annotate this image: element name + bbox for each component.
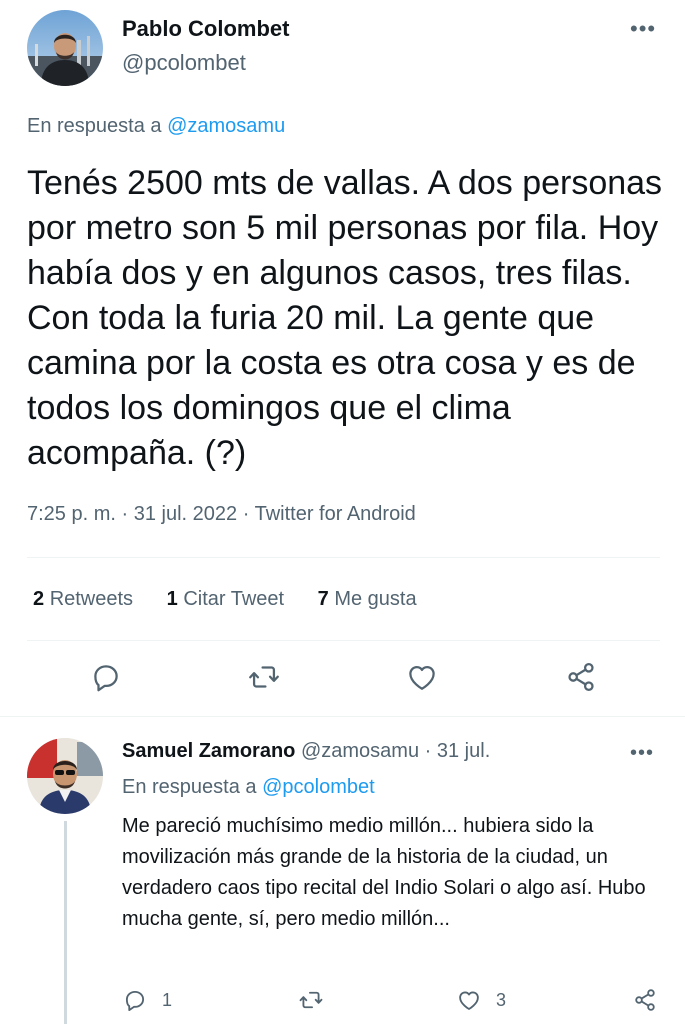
share-button[interactable] bbox=[564, 660, 598, 694]
reply-text: Me pareció muchísimo medio millón... hub… bbox=[122, 815, 646, 930]
reply-icon bbox=[125, 990, 145, 1011]
retweet-button[interactable] bbox=[247, 660, 281, 694]
reply-tweet[interactable]: Samuel Zamorano @zamosamu · 31 jul. ••• … bbox=[0, 717, 685, 1024]
divider bbox=[27, 557, 660, 558]
like-icon bbox=[459, 991, 479, 1010]
reply-prefix: En respuesta a bbox=[27, 115, 162, 137]
reply-author-handle[interactable]: @zamosamu bbox=[301, 740, 419, 762]
divider bbox=[27, 640, 660, 641]
like-count: 3 bbox=[496, 989, 507, 1010]
more-horizontal-icon[interactable]: ••• bbox=[630, 743, 654, 763]
quotes-label: Citar Tweet bbox=[183, 588, 285, 610]
reply-context: En respuesta a @zamosamu bbox=[27, 115, 285, 138]
share-icon bbox=[568, 662, 594, 692]
tweet-stats: 2 Retweets 1 Citar Tweet 7 Me gusta bbox=[33, 588, 445, 611]
main-author-name[interactable]: Pablo Colombet bbox=[122, 16, 289, 42]
retweet-icon bbox=[299, 991, 323, 1009]
reply-count: 1 bbox=[162, 989, 173, 1010]
tweet-time[interactable]: 7:25 p. m. bbox=[27, 503, 116, 525]
retweet-icon bbox=[249, 666, 279, 688]
header-separator: · bbox=[424, 740, 432, 762]
like-button[interactable]: 3 bbox=[456, 987, 506, 1013]
main-author-avatar[interactable] bbox=[27, 10, 103, 86]
retweets-label: Retweets bbox=[49, 588, 134, 610]
share-icon bbox=[635, 989, 655, 1011]
reply-button[interactable] bbox=[89, 660, 123, 694]
share-button[interactable] bbox=[632, 987, 658, 1013]
like-button[interactable] bbox=[405, 660, 439, 694]
reply-button[interactable]: 1 bbox=[122, 987, 172, 1013]
retweets-stat[interactable]: 2 Retweets bbox=[33, 588, 133, 610]
meta-separator: · bbox=[242, 503, 250, 525]
tweet-actions bbox=[0, 660, 685, 700]
tweet-text: Tenés 2500 mts de vallas. A dos personas… bbox=[27, 164, 663, 472]
reply-context: En respuesta a @pcolombet bbox=[122, 776, 375, 799]
reply-to-link[interactable]: @zamosamu bbox=[167, 115, 285, 137]
reply-icon bbox=[94, 665, 118, 692]
reply-header: Samuel Zamorano @zamosamu · 31 jul. bbox=[122, 740, 490, 763]
reply-actions: 1 3 bbox=[0, 987, 685, 1017]
reply-author-name[interactable]: Samuel Zamorano bbox=[122, 740, 295, 762]
quotes-count: 1 bbox=[166, 588, 178, 610]
retweets-count: 2 bbox=[33, 588, 45, 610]
tweet-source[interactable]: Twitter for Android bbox=[255, 503, 416, 525]
reply-prefix: En respuesta a bbox=[122, 776, 257, 798]
likes-stat[interactable]: 7 Me gusta bbox=[318, 588, 417, 610]
likes-count: 7 bbox=[317, 588, 329, 610]
reply-date[interactable]: 31 jul. bbox=[437, 740, 490, 762]
main-author-handle[interactable]: @pcolombet bbox=[122, 50, 246, 76]
tweet-date[interactable]: 31 jul. 2022 bbox=[134, 503, 237, 525]
like-icon bbox=[409, 665, 435, 690]
tweet-metadata: 7:25 p. m. · 31 jul. 2022 · Twitter for … bbox=[27, 503, 416, 526]
retweet-button[interactable] bbox=[298, 987, 338, 1013]
quotes-stat[interactable]: 1 Citar Tweet bbox=[167, 588, 284, 610]
likes-label: Me gusta bbox=[334, 588, 417, 610]
reply-author-avatar[interactable] bbox=[27, 738, 103, 814]
reply-to-link[interactable]: @pcolombet bbox=[262, 776, 375, 798]
meta-separator: · bbox=[121, 503, 129, 525]
more-horizontal-icon[interactable]: ••• bbox=[630, 18, 656, 40]
